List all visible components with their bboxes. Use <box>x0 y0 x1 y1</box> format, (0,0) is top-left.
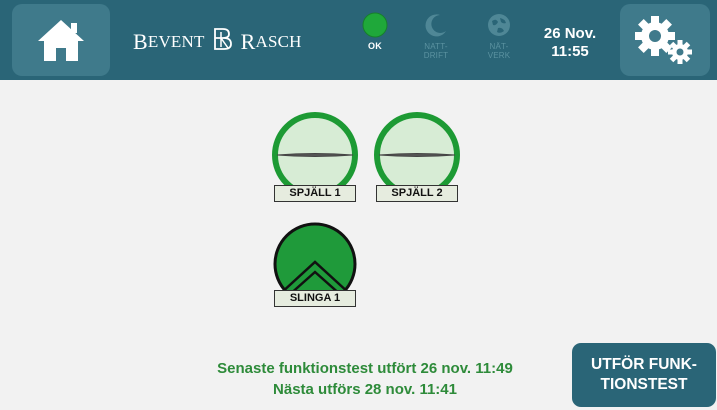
green-status-dot-icon <box>362 12 388 38</box>
status-network-label-2: VERK <box>487 51 511 60</box>
coil-1-label: SLINGA 1 <box>274 290 356 307</box>
network-globe-icon <box>488 14 510 36</box>
status-network[interactable]: NÄT- VERK <box>477 12 521 60</box>
damper-2[interactable]: SPJÄLL 2 <box>372 110 462 210</box>
brand-right-initial: R <box>240 29 256 54</box>
status-night-label-2: DRIFT <box>423 51 449 60</box>
date-text: 26 Nov. <box>543 25 597 42</box>
home-icon <box>38 20 84 61</box>
moon-icon <box>425 14 446 37</box>
brand-logo: B EVENT R ASCH <box>133 28 302 54</box>
brand-right-rest: ASCH <box>255 32 302 51</box>
coil-1[interactable]: SLINGA 1 <box>270 222 360 314</box>
brand-left-rest: EVENT <box>147 32 205 51</box>
run-function-test-button[interactable]: UTFÖR FUNK- TIONSTEST <box>572 343 716 407</box>
status-ok[interactable]: OK <box>353 12 397 51</box>
run-test-label-2: TIONSTEST <box>600 376 688 393</box>
damper-1[interactable]: SPJÄLL 1 <box>270 110 360 210</box>
function-test-info: Senaste funktionstest utfört 26 nov. 11:… <box>160 358 570 400</box>
top-bar: BEVENT RASCH OK NATT- DRIFT NÄT- VERK <box>0 0 717 80</box>
damper-1-label: SPJÄLL 1 <box>274 185 356 202</box>
next-test-text: Nästa utförs 28 nov. 11:41 <box>273 381 457 398</box>
home-button[interactable] <box>12 4 110 76</box>
brand-left-initial: B <box>133 29 148 54</box>
time-text: 11:55 <box>551 43 589 60</box>
status-network-label-1: NÄT- <box>489 42 509 51</box>
status-night-mode[interactable]: NATT- DRIFT <box>414 12 458 60</box>
gear-icon <box>635 16 692 64</box>
damper-2-label: SPJÄLL 2 <box>376 185 458 202</box>
settings-button[interactable] <box>620 4 710 76</box>
date-time: 26 Nov. 11:55 <box>535 25 605 61</box>
status-ok-label: OK <box>368 41 382 51</box>
logo-monogram-icon <box>211 26 235 58</box>
run-test-label-1: UTFÖR FUNK- <box>591 356 697 373</box>
status-night-label-1: NATT- <box>424 42 448 51</box>
last-test-text: Senaste funktionstest utfört 26 nov. 11:… <box>217 360 513 377</box>
